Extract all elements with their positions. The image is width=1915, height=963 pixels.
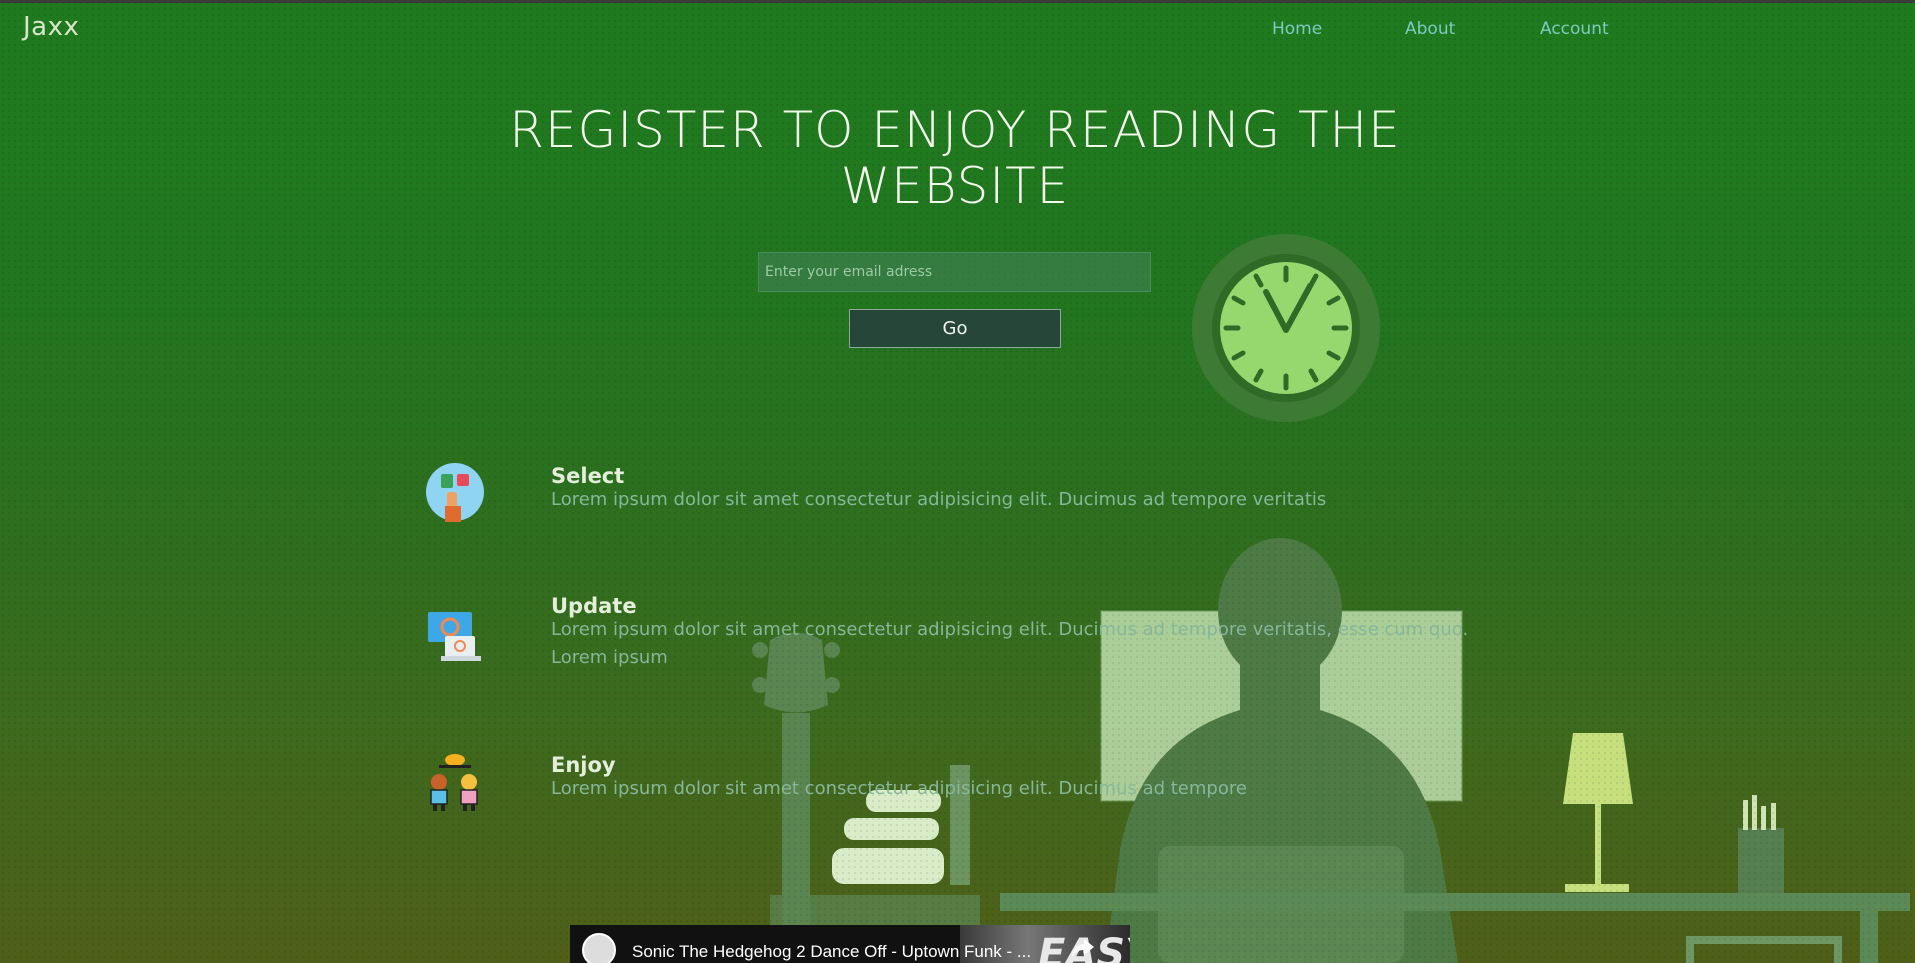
- update-icon: [428, 612, 481, 661]
- channel-avatar[interactable]: [582, 933, 616, 963]
- nav-about-link[interactable]: About: [1405, 19, 1455, 39]
- feature-text-update-line2: Lorem ipsum: [551, 647, 668, 668]
- feature-text-update-line1: Lorem ipsum dolor sit amet consectetur a…: [551, 619, 1469, 640]
- email-input[interactable]: [758, 252, 1151, 292]
- top-border: [0, 0, 1915, 3]
- feature-title-update: Update: [551, 594, 637, 618]
- feature-title-select: Select: [551, 464, 625, 488]
- share-icon[interactable]: [1070, 937, 1096, 959]
- headline-line-2: WEBSITE: [840, 157, 1070, 215]
- nav-account-link[interactable]: Account: [1540, 19, 1609, 39]
- brand-logo[interactable]: Jaxx: [23, 12, 79, 42]
- feature-text-update: Lorem ipsum dolor sit amet consectetur a…: [551, 616, 1521, 672]
- go-button[interactable]: Go: [849, 309, 1061, 348]
- clock-icon: [1192, 234, 1380, 422]
- headline-line-1: REGISTER TO ENJOY READING THE: [509, 101, 1401, 159]
- feature-text-enjoy: Lorem ipsum dolor sit amet consectetur a…: [551, 778, 1247, 799]
- embedded-video[interactable]: EASY Sonic The Hedgehog 2 Dance Off - Up…: [570, 925, 1130, 963]
- page-headline: REGISTER TO ENJOY READING THE WEBSITE: [470, 102, 1440, 214]
- feature-title-enjoy: Enjoy: [551, 753, 616, 777]
- video-title[interactable]: Sonic The Hedgehog 2 Dance Off - Uptown …: [632, 942, 1031, 962]
- feature-text-select: Lorem ipsum dolor sit amet consectetur a…: [551, 489, 1327, 510]
- nav-home-link[interactable]: Home: [1272, 19, 1322, 39]
- select-icon: [426, 463, 484, 522]
- enjoy-icon: [430, 754, 478, 811]
